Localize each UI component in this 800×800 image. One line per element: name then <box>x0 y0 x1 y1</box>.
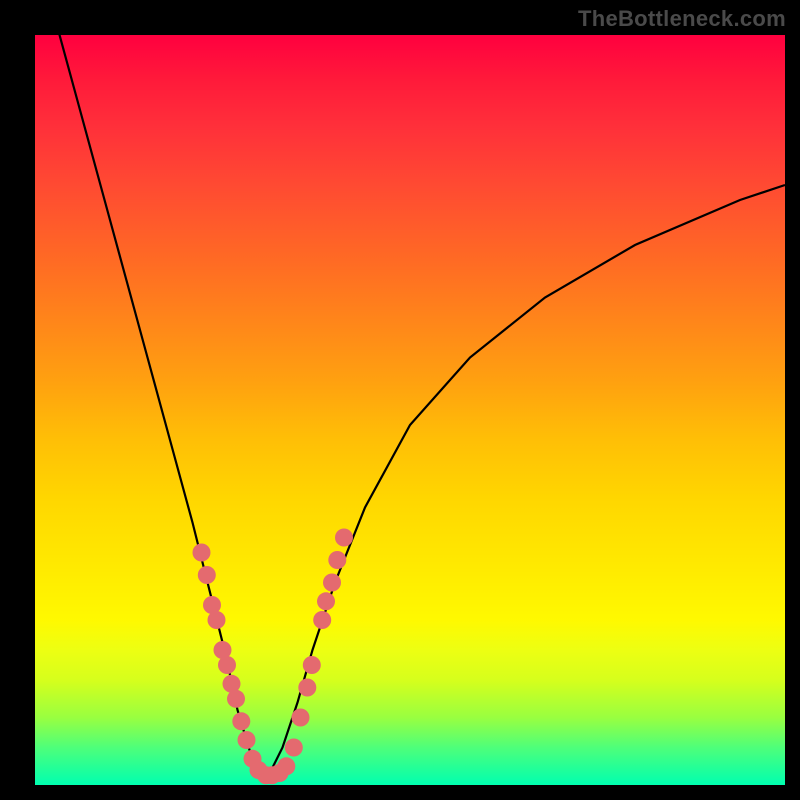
data-point <box>218 656 236 674</box>
data-point <box>193 544 211 562</box>
data-point <box>313 611 331 629</box>
bottleneck-curve <box>58 35 786 778</box>
data-point <box>292 709 310 727</box>
data-point <box>232 712 250 730</box>
data-point <box>335 529 353 547</box>
data-point <box>277 757 295 775</box>
data-point <box>285 739 303 757</box>
data-point <box>317 592 335 610</box>
data-point <box>198 566 216 584</box>
bottleneck-curve-svg <box>35 35 785 785</box>
chart-frame: TheBottleneck.com <box>0 0 800 800</box>
data-point <box>238 731 256 749</box>
watermark-text: TheBottleneck.com <box>578 6 786 32</box>
data-point <box>323 574 341 592</box>
data-point <box>227 690 245 708</box>
curve-markers <box>193 529 354 785</box>
plot-area <box>35 35 785 785</box>
data-point <box>303 656 321 674</box>
data-point <box>298 679 316 697</box>
data-point <box>328 551 346 569</box>
data-point <box>208 611 226 629</box>
